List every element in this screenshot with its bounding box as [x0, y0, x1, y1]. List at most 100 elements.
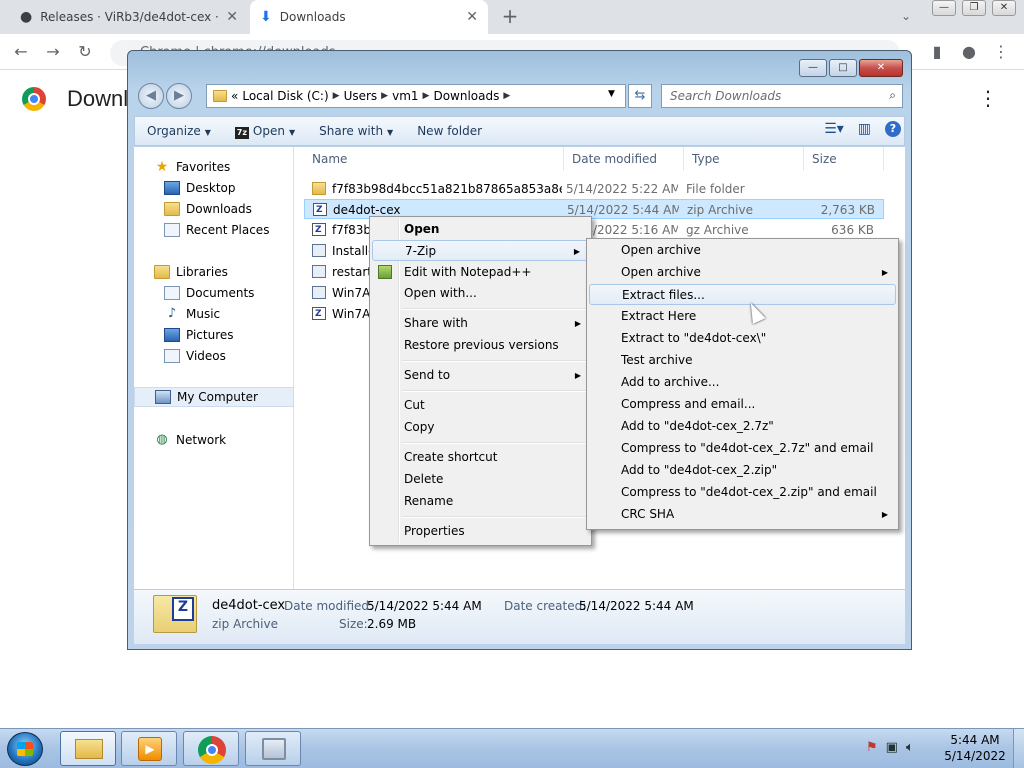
nav-libraries[interactable]: Libraries — [134, 262, 294, 282]
menu-item-compress-7z-email[interactable]: Compress to "de4dot-cex_2.7z" and email — [589, 438, 896, 459]
breadcrumb-local-disk[interactable]: Local Disk (C:) — [242, 89, 328, 103]
menu-item-add-7z[interactable]: Add to "de4dot-cex_2.7z" — [589, 416, 896, 437]
menu-item-extract-files[interactable]: Extract files... — [589, 284, 896, 305]
menu-item-rename[interactable]: Rename — [372, 491, 589, 512]
refresh-button[interactable]: ⇆ — [628, 84, 652, 108]
taskbar-virtual-machine[interactable] — [245, 731, 301, 766]
menu-item-open-archive-submenu[interactable]: Open archive ▶ — [589, 262, 896, 283]
tab-releases[interactable]: ● Releases · ViRb3/de4dot-cex · Gi ✕ — [10, 0, 248, 34]
clock[interactable]: 5:44 AM 5/14/2022 — [940, 732, 1010, 764]
forward-button[interactable]: ▶ — [166, 83, 192, 109]
menu-item-send-to[interactable]: Send to ▶ — [372, 365, 589, 386]
back-button[interactable]: ◀ — [138, 83, 164, 109]
menu-item-7zip[interactable]: 7-Zip ▶ — [372, 240, 589, 261]
open-button[interactable]: 7z Open ▼ — [223, 124, 307, 139]
side-panel-icon[interactable]: ▮ — [926, 41, 948, 63]
nav-music[interactable]: ♪ Music — [134, 304, 294, 324]
menu-item-share-with[interactable]: Share with ▶ — [372, 313, 589, 334]
breadcrumb-vm1[interactable]: vm1 — [392, 89, 418, 103]
new-folder-label: New folder — [417, 124, 483, 138]
taskbar-media-player[interactable]: ▶ — [121, 731, 177, 766]
nav-favorites[interactable]: ★ Favorites — [134, 157, 294, 177]
file-row[interactable]: f7f83b98d4bcc51a821b87865a853a8e68ca... … — [304, 179, 884, 199]
new-tab-button[interactable]: + — [498, 4, 522, 28]
column-date-modified[interactable]: Date modified — [564, 147, 684, 171]
help-icon[interactable]: ? — [885, 121, 901, 137]
close-tab-icon[interactable]: ✕ — [226, 9, 238, 25]
nav-downloads[interactable]: Downloads — [134, 199, 294, 219]
close-button[interactable]: ✕ — [859, 59, 903, 77]
more-options-icon[interactable]: ⋮ — [978, 86, 998, 110]
tab-downloads[interactable]: ⬇ Downloads ✕ — [250, 0, 488, 34]
volume-icon[interactable]: 🔈︎ — [906, 740, 914, 755]
menu-item-edit-notepad[interactable]: Edit with Notepad++ — [372, 262, 589, 283]
chevron-down-icon: ▼ — [288, 127, 296, 137]
menu-item-compress-email[interactable]: Compress and email... — [589, 394, 896, 415]
close-tab-icon[interactable]: ✕ — [466, 9, 478, 25]
column-name[interactable]: Name — [304, 147, 564, 171]
chevron-right-icon[interactable]: ▶ — [381, 91, 388, 101]
chevron-right-icon[interactable]: ▶ — [423, 91, 430, 101]
menu-item-open-with[interactable]: Open with... — [372, 283, 589, 304]
chevron-down-icon[interactable]: ▼ — [608, 89, 615, 99]
breadcrumb-users[interactable]: Users — [344, 89, 378, 103]
nav-recent-places[interactable]: Recent Places — [134, 220, 294, 240]
nav-desktop[interactable]: Desktop — [134, 178, 294, 198]
nav-videos[interactable]: Videos — [134, 346, 294, 366]
breadcrumb-overflow[interactable]: « — [231, 89, 238, 103]
share-with-button[interactable]: Share with ▼ — [307, 124, 405, 138]
menu-item-compress-zip-email[interactable]: Compress to "de4dot-cex_2.zip" and email — [589, 482, 896, 503]
forward-icon[interactable]: → — [42, 41, 64, 63]
tab-search-icon[interactable]: ⌄ — [896, 6, 916, 26]
taskbar-chrome[interactable] — [183, 731, 239, 766]
close-button[interactable]: ✕ — [992, 0, 1016, 16]
menu-icon[interactable]: ⋮ — [990, 41, 1012, 63]
restore-button[interactable]: ❐ — [962, 0, 986, 16]
menu-item-delete[interactable]: Delete — [372, 469, 589, 490]
nav-documents[interactable]: Documents — [134, 283, 294, 303]
menu-item-add-to-archive[interactable]: Add to archive... — [589, 372, 896, 393]
menu-item-open-archive[interactable]: Open archive — [589, 240, 896, 261]
organize-button[interactable]: Organize ▼ — [135, 124, 223, 138]
script-icon — [312, 265, 326, 278]
menu-item-extract-here[interactable]: Extract Here — [589, 306, 896, 327]
reload-icon[interactable]: ↻ — [74, 41, 96, 63]
nav-network[interactable]: ◍ Network — [134, 430, 294, 450]
column-type[interactable]: Type — [684, 147, 804, 171]
search-input[interactable]: Search Downloads ⌕ — [661, 84, 903, 108]
nav-pictures[interactable]: Pictures — [134, 325, 294, 345]
menu-item-crc-sha[interactable]: CRC SHA ▶ — [589, 504, 896, 525]
menu-item-add-zip[interactable]: Add to "de4dot-cex_2.zip" — [589, 460, 896, 481]
network-tray-icon[interactable]: ▣ — [886, 740, 898, 755]
menu-item-test-archive[interactable]: Test archive — [589, 350, 896, 371]
menu-item-open[interactable]: Open — [372, 219, 589, 240]
view-options-icon[interactable]: ☰▾ — [824, 121, 844, 137]
date-modified-label: Date modified: — [284, 599, 374, 613]
start-button[interactable] — [7, 732, 43, 766]
organize-label: Organize — [147, 124, 201, 138]
search-icon[interactable]: ⌕ — [889, 88, 896, 103]
taskbar-explorer[interactable] — [60, 731, 116, 766]
menu-item-copy[interactable]: Copy — [372, 417, 589, 438]
nav-my-computer[interactable]: My Computer — [134, 387, 294, 407]
preview-pane-icon[interactable]: ▥ — [858, 121, 871, 137]
menu-item-create-shortcut[interactable]: Create shortcut — [372, 447, 589, 468]
breadcrumb[interactable]: « Local Disk (C:) ▶ Users ▶ vm1 ▶ Downlo… — [206, 84, 626, 108]
action-center-flag-icon[interactable]: ⚑ — [866, 740, 878, 755]
chevron-right-icon[interactable]: ▶ — [503, 91, 510, 101]
chevron-right-icon[interactable]: ▶ — [333, 91, 340, 101]
minimize-button[interactable]: — — [932, 0, 956, 16]
installer-icon — [312, 244, 326, 257]
new-folder-button[interactable]: New folder — [405, 124, 494, 138]
back-icon[interactable]: ← — [10, 41, 32, 63]
menu-item-properties[interactable]: Properties — [372, 521, 589, 542]
show-desktop-button[interactable] — [1013, 729, 1024, 768]
menu-item-extract-to-folder[interactable]: Extract to "de4dot-cex\" — [589, 328, 896, 349]
minimize-button[interactable]: — — [799, 59, 827, 77]
column-size[interactable]: Size — [804, 147, 884, 171]
menu-item-restore-previous[interactable]: Restore previous versions — [372, 335, 589, 356]
maximize-button[interactable]: □ — [829, 59, 857, 77]
menu-item-cut[interactable]: Cut — [372, 395, 589, 416]
profile-icon[interactable]: ● — [958, 41, 980, 63]
breadcrumb-downloads[interactable]: Downloads — [433, 89, 499, 103]
